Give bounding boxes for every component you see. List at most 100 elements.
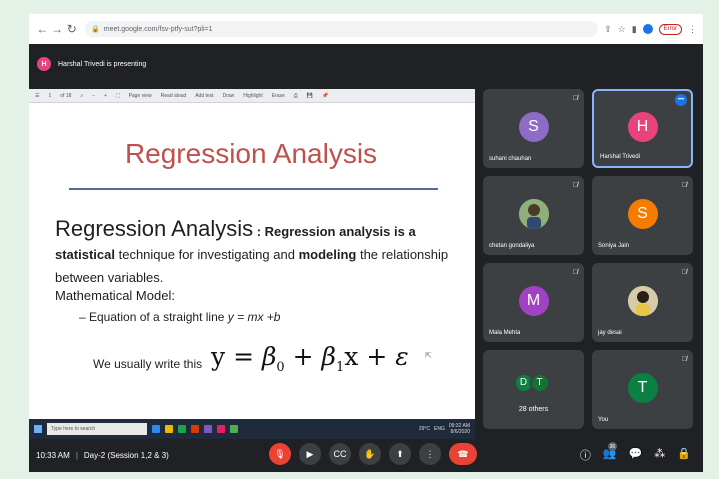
formula-x: x +: [344, 342, 396, 371]
chat-icon[interactable]: 💬: [629, 447, 643, 463]
participant-avatar: S: [518, 111, 549, 142]
more-options-icon[interactable]: ⋮: [419, 443, 441, 465]
end-call-icon[interactable]: ☎: [449, 443, 477, 465]
mic-off-icon: 🎙̸: [681, 356, 687, 363]
self-tile[interactable]: T 🎙̸ You: [592, 350, 693, 429]
reload-icon[interactable]: ↻: [64, 22, 79, 36]
zoom-in-icon[interactable]: +: [104, 93, 107, 99]
participant-grid: S 🎙̸ suhani chauhan H ••• Harshal Trived…: [483, 89, 695, 439]
formula-beta1: β: [321, 342, 336, 371]
draw-button[interactable]: Draw: [223, 93, 235, 99]
error-button[interactable]: Error: [658, 23, 683, 35]
clock: 09:32 AM 8/6/2020: [449, 423, 470, 435]
add-text-button[interactable]: Add text: [195, 93, 213, 99]
lock-icon: 🔒: [91, 26, 100, 33]
others-tile[interactable]: D T 28 others: [483, 350, 584, 429]
url-text: meet.google.com/fsv-ptfy-sut?pli=1: [103, 25, 213, 33]
participant-photo: [518, 198, 549, 229]
star-icon[interactable]: ☆: [618, 24, 626, 35]
read-aloud-button[interactable]: Read aloud: [161, 93, 187, 99]
separator: |: [75, 451, 78, 460]
mic-off-icon: 🎙̸: [572, 182, 578, 189]
language-text: ENG: [434, 426, 445, 432]
participant-tile[interactable]: 🎙̸ jay desai: [592, 263, 693, 342]
cursor-icon: ⇱: [425, 351, 432, 360]
camera-icon[interactable]: ▶: [299, 443, 321, 465]
app-icon[interactable]: [165, 425, 173, 433]
participant-tile[interactable]: 🎙̸ chetan gondaliya: [483, 176, 584, 255]
app-icon[interactable]: [230, 425, 238, 433]
taskbar-search[interactable]: Type here to search: [47, 423, 147, 435]
pin-icon[interactable]: 📌: [322, 93, 328, 99]
weather-text: 29°C: [418, 426, 431, 432]
definition-colon: :: [253, 224, 265, 239]
definition-paragraph: Regression Analysis : Regression analysi…: [55, 217, 470, 289]
pdf-toolbar: ☰ 1 of 18 ⌕ − + ⛶ Page view Read aloud A…: [29, 89, 475, 103]
menu-icon[interactable]: ☰: [35, 93, 39, 99]
activities-icon[interactable]: ⁂: [654, 447, 665, 463]
forward-arrow-icon[interactable]: →: [50, 22, 65, 36]
mic-off-icon: 🎙̸: [681, 269, 687, 276]
app-icon[interactable]: [178, 425, 186, 433]
page-total: of 18: [60, 92, 72, 99]
people-count-badge: 36: [607, 442, 617, 451]
address-bar[interactable]: 🔒 meet.google.com/fsv-ptfy-sut?pli=1: [85, 21, 599, 37]
slide: Regression Analysis Regression Analysis …: [35, 105, 467, 412]
zoom-out-icon[interactable]: −: [92, 93, 95, 99]
windows-taskbar: Type here to search 29°C ENG 09:32 AM 8/6…: [29, 419, 475, 439]
participant-tile[interactable]: M 🎙̸ Mala Mehta: [483, 263, 584, 342]
participant-avatar: M: [518, 285, 549, 316]
fit-icon[interactable]: ⛶: [116, 93, 120, 99]
formula-sub0: 0: [276, 360, 285, 375]
page-view-button[interactable]: Page view: [129, 93, 152, 99]
browser-actions: ⇪ ☆ ▮ Error ⋮: [604, 23, 697, 35]
participant-tile[interactable]: H ••• Harshal Trivedi: [592, 89, 693, 168]
formula-y: y =: [211, 342, 262, 371]
app-icon[interactable]: [152, 425, 160, 433]
participant-name: Soniya Jain: [598, 243, 630, 249]
formula-epsilon: ε: [395, 342, 409, 371]
meeting-title: Day-2 (Session 1,2 & 3): [83, 451, 169, 460]
info-icon[interactable]: ⓘ: [580, 447, 591, 463]
highlight-button[interactable]: Highlight: [243, 93, 262, 99]
people-icon[interactable]: 👥 36: [603, 442, 617, 463]
back-arrow-icon[interactable]: ←: [35, 22, 50, 36]
participant-name: jay desai: [598, 330, 622, 336]
presenting-banner: H Harshal Trivedi is presenting: [29, 52, 703, 76]
call-controls: 🎙 ▶ CC ✋ ⬆ ⋮ ☎: [269, 443, 477, 465]
app-icon[interactable]: [204, 425, 212, 433]
others-count: 28 others: [518, 406, 549, 413]
participant-name: suhani chauhan: [489, 156, 532, 162]
profile-avatar[interactable]: [642, 24, 653, 34]
mic-off-icon[interactable]: 🎙: [269, 443, 291, 465]
erase-button[interactable]: Erase: [272, 93, 285, 99]
side-controls: ⓘ 👥 36 💬 ⁂ 🔒: [580, 442, 691, 463]
captions-icon[interactable]: CC: [329, 443, 351, 465]
raise-hand-icon[interactable]: ✋: [359, 443, 381, 465]
more-icon[interactable]: ⋮: [688, 24, 697, 35]
mic-off-icon: 🎙̸: [681, 182, 687, 189]
present-screen-icon[interactable]: ⬆: [389, 443, 411, 465]
browser-toolbar: ← → ↻ 🔒 meet.google.com/fsv-ptfy-sut?pli…: [29, 14, 703, 44]
participant-tile[interactable]: S 🎙̸ Soniya Jain: [592, 176, 693, 255]
participant-name: Mala Mehta: [489, 330, 521, 336]
app-icon[interactable]: [191, 425, 199, 433]
definition-term: Regression Analysis: [55, 216, 254, 241]
tab-icon[interactable]: ▮: [632, 24, 637, 35]
host-controls-icon[interactable]: 🔒: [677, 447, 691, 463]
meeting-controls-bar: 10:33 AM | Day-2 (Session 1,2 & 3) 🎙 ▶ C…: [29, 439, 703, 472]
save-icon[interactable]: 💾: [307, 93, 313, 99]
app-icon[interactable]: [217, 425, 225, 433]
search-icon[interactable]: ⌕: [80, 93, 83, 99]
share-icon[interactable]: ⇪: [604, 24, 612, 35]
participant-avatar: T: [529, 372, 550, 393]
definition-text-1: technique for investigating and: [114, 247, 299, 262]
print-icon[interactable]: ⎙: [294, 93, 298, 99]
windows-logo-icon[interactable]: [34, 425, 42, 433]
participant-tile[interactable]: S 🎙̸ suhani chauhan: [483, 89, 584, 168]
page-number[interactable]: 1: [48, 93, 51, 99]
model-label: Mathematical Model:: [55, 288, 175, 303]
regression-formula: y = β0 + β1x + ε: [211, 342, 409, 375]
more-options-icon[interactable]: •••: [675, 94, 687, 106]
participant-name: chetan gondaliya: [489, 243, 535, 249]
